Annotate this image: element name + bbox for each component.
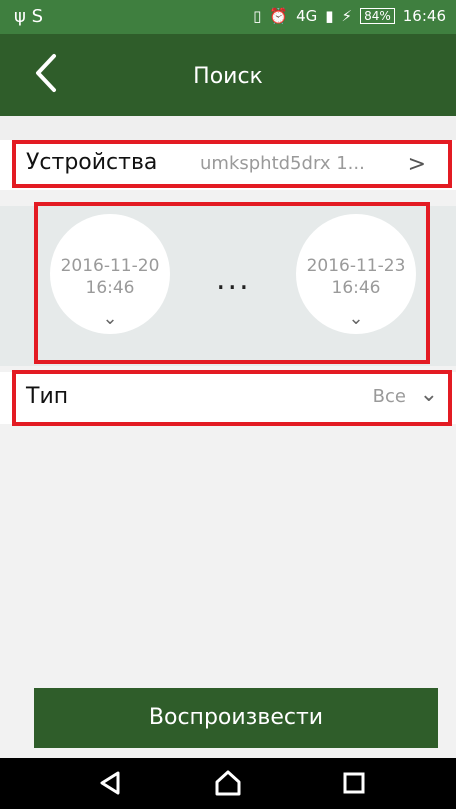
play-button[interactable]: Воспроизвести <box>34 688 438 748</box>
status-bar: ψ S ▯ ⏰ 4G ▮ ⚡ 84% 16:46 <box>0 0 456 34</box>
status-left-icons: ψ S <box>14 6 44 27</box>
spacer <box>0 116 456 140</box>
chevron-down-icon: ⌄ <box>419 382 438 407</box>
devices-value: umksphtd5drx 1... <box>200 153 365 174</box>
android-nav-bar <box>0 758 456 809</box>
nav-recent-icon[interactable] <box>339 768 369 798</box>
devices-label: Устройства <box>26 150 158 175</box>
devices-row[interactable]: Устройства umksphtd5drx 1... > <box>0 140 456 190</box>
chevron-down-icon: ⌄ <box>348 308 364 329</box>
type-row[interactable]: Тип Все ⌄ <box>0 372 456 424</box>
empty-content-area <box>0 440 456 692</box>
vibrate-icon: ▯ <box>253 7 262 25</box>
clock: 16:46 <box>402 7 446 25</box>
chevron-down-icon: ⌄ <box>102 308 118 329</box>
chevron-right-icon: > <box>407 152 426 177</box>
app-header: Поиск <box>0 34 456 116</box>
status-right: ▯ ⏰ 4G ▮ ⚡ 84% 16:46 <box>253 7 446 25</box>
signal-icon: ▮ <box>325 7 334 25</box>
start-date: 2016-11-20 <box>60 256 160 276</box>
nav-back-icon[interactable] <box>96 768 126 798</box>
charging-icon: ⚡ <box>341 7 353 25</box>
alarm-icon: ⏰ <box>269 7 289 25</box>
page-title: Поиск <box>193 64 263 89</box>
start-date-picker[interactable]: 2016-11-20 16:46 ⌄ <box>50 214 170 334</box>
type-label: Тип <box>26 384 69 409</box>
type-value: Все <box>372 386 406 407</box>
end-date: 2016-11-23 <box>306 256 406 276</box>
nav-home-icon[interactable] <box>213 768 243 798</box>
start-time: 16:46 <box>85 278 135 298</box>
end-date-picker[interactable]: 2016-11-23 16:46 ⌄ <box>296 214 416 334</box>
battery-indicator: 84% <box>360 8 395 24</box>
end-time: 16:46 <box>331 278 381 298</box>
network-label: 4G <box>296 7 318 25</box>
date-separator: ... <box>216 262 251 297</box>
